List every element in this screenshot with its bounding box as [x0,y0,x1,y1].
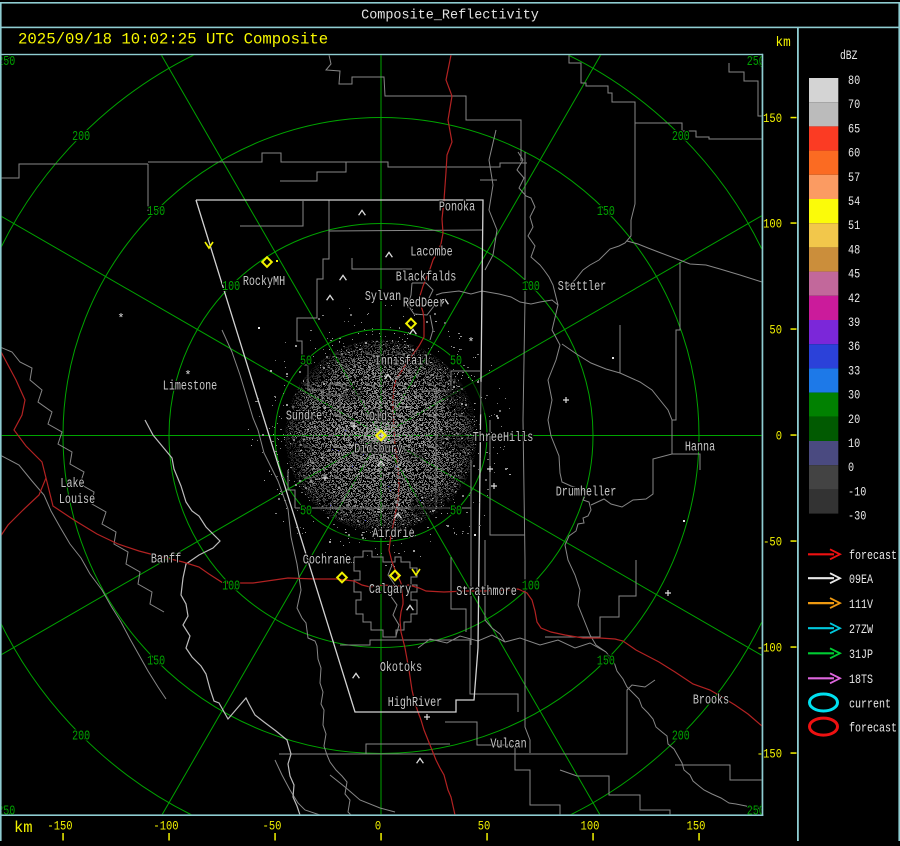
svg-text:10: 10 [848,436,860,451]
svg-text:Hanna: Hanna [685,441,715,456]
svg-text:200: 200 [72,730,90,745]
svg-text:27ZW: 27ZW [849,622,873,637]
svg-text:Brooks: Brooks [693,694,729,709]
svg-text:*: * [117,312,124,326]
svg-text:0: 0 [375,819,381,834]
svg-text:50: 50 [300,355,312,370]
svg-text:54: 54 [848,194,860,209]
svg-text:Airdrie: Airdrie [372,527,414,542]
svg-text:70: 70 [848,97,860,112]
svg-text:*: * [467,336,474,350]
svg-text:20: 20 [848,412,860,427]
svg-text:Olds: Olds [369,411,393,426]
svg-text:Vulcan: Vulcan [490,738,526,753]
svg-text:100: 100 [222,280,240,295]
svg-text:Calgary: Calgary [369,583,411,598]
svg-text:31JP: 31JP [849,647,873,662]
svg-text:Drumheller: Drumheller [556,486,617,501]
svg-text:150: 150 [763,111,782,126]
svg-text:HighRiver: HighRiver [388,696,442,711]
svg-text:18TS: 18TS [849,672,873,687]
svg-text:39: 39 [848,315,860,330]
svg-text:Stettler: Stettler [558,280,606,295]
svg-text:-10: -10 [848,484,866,499]
svg-text:-150: -150 [47,819,72,834]
svg-text:Louise: Louise [59,493,95,508]
svg-text:Lake: Lake [60,477,84,492]
svg-text:150: 150 [687,819,706,834]
svg-text:111V: 111V [849,597,873,612]
svg-text:60: 60 [848,146,860,161]
svg-text:100: 100 [522,280,540,295]
svg-text:45: 45 [848,267,860,282]
svg-text:09EA: 09EA [849,572,873,587]
svg-text:50: 50 [478,819,491,834]
svg-text:80: 80 [848,73,860,88]
svg-text:dBZ: dBZ [840,48,858,63]
svg-text:0: 0 [848,460,854,475]
svg-text:150: 150 [147,205,165,220]
svg-text:150: 150 [597,655,615,670]
svg-text:50: 50 [450,505,462,520]
svg-text:150: 150 [147,655,165,670]
svg-text:250: 250 [0,55,15,70]
svg-text:100: 100 [222,580,240,595]
svg-text:36: 36 [848,339,860,354]
svg-text:Ponoka: Ponoka [439,201,475,216]
svg-text:Limestone: Limestone [163,380,217,395]
svg-text:-100: -100 [757,640,782,655]
svg-text:65: 65 [848,121,860,136]
svg-text:200: 200 [672,130,690,145]
svg-text:current: current [849,696,891,711]
svg-text:Composite_Reflectivity: Composite_Reflectivity [361,8,539,23]
svg-text:50: 50 [769,322,782,337]
svg-text:57: 57 [848,170,860,185]
svg-text:42: 42 [848,291,860,306]
svg-text:0: 0 [776,428,782,443]
svg-text:forecast: forecast [849,548,897,563]
svg-text:Sylvan: Sylvan [365,290,401,305]
svg-text:Okotoks: Okotoks [380,661,422,676]
svg-text:200: 200 [672,730,690,745]
svg-text:-100: -100 [153,819,178,834]
svg-text:forecast: forecast [849,720,897,735]
svg-text:50: 50 [300,505,312,520]
svg-text:-50: -50 [763,534,782,549]
svg-text:Blackfalds: Blackfalds [396,271,457,286]
svg-text:Strathmore: Strathmore [456,585,517,600]
svg-text:33: 33 [848,363,860,378]
svg-text:51: 51 [848,218,860,233]
svg-text:150: 150 [597,205,615,220]
svg-text:Sundre: Sundre [286,410,322,425]
svg-text:RockyMH: RockyMH [243,275,285,290]
svg-text:48: 48 [848,242,860,257]
svg-text:100: 100 [581,819,600,834]
svg-text:100: 100 [522,580,540,595]
svg-text:Cochrane: Cochrane [303,554,351,569]
svg-text:ThreeHills: ThreeHills [473,431,534,446]
svg-text:50: 50 [450,355,462,370]
svg-text:-150: -150 [757,746,782,761]
svg-text:Didsbury: Didsbury [354,443,402,458]
svg-text:2025/09/18 10:02:25 UTC Compos: 2025/09/18 10:02:25 UTC Composite [18,30,328,48]
svg-text:RedDeer: RedDeer [403,297,445,312]
svg-text:km: km [14,819,33,837]
svg-text:-30: -30 [848,509,866,524]
svg-text:200: 200 [72,130,90,145]
svg-text:Banff: Banff [151,553,181,568]
svg-text:Lacombe: Lacombe [410,246,452,261]
svg-text:100: 100 [763,216,782,231]
svg-text:km: km [776,36,791,51]
svg-text:30: 30 [848,388,860,403]
svg-text:-50: -50 [263,819,282,834]
svg-text:Innisfail: Innisfail [375,355,429,370]
